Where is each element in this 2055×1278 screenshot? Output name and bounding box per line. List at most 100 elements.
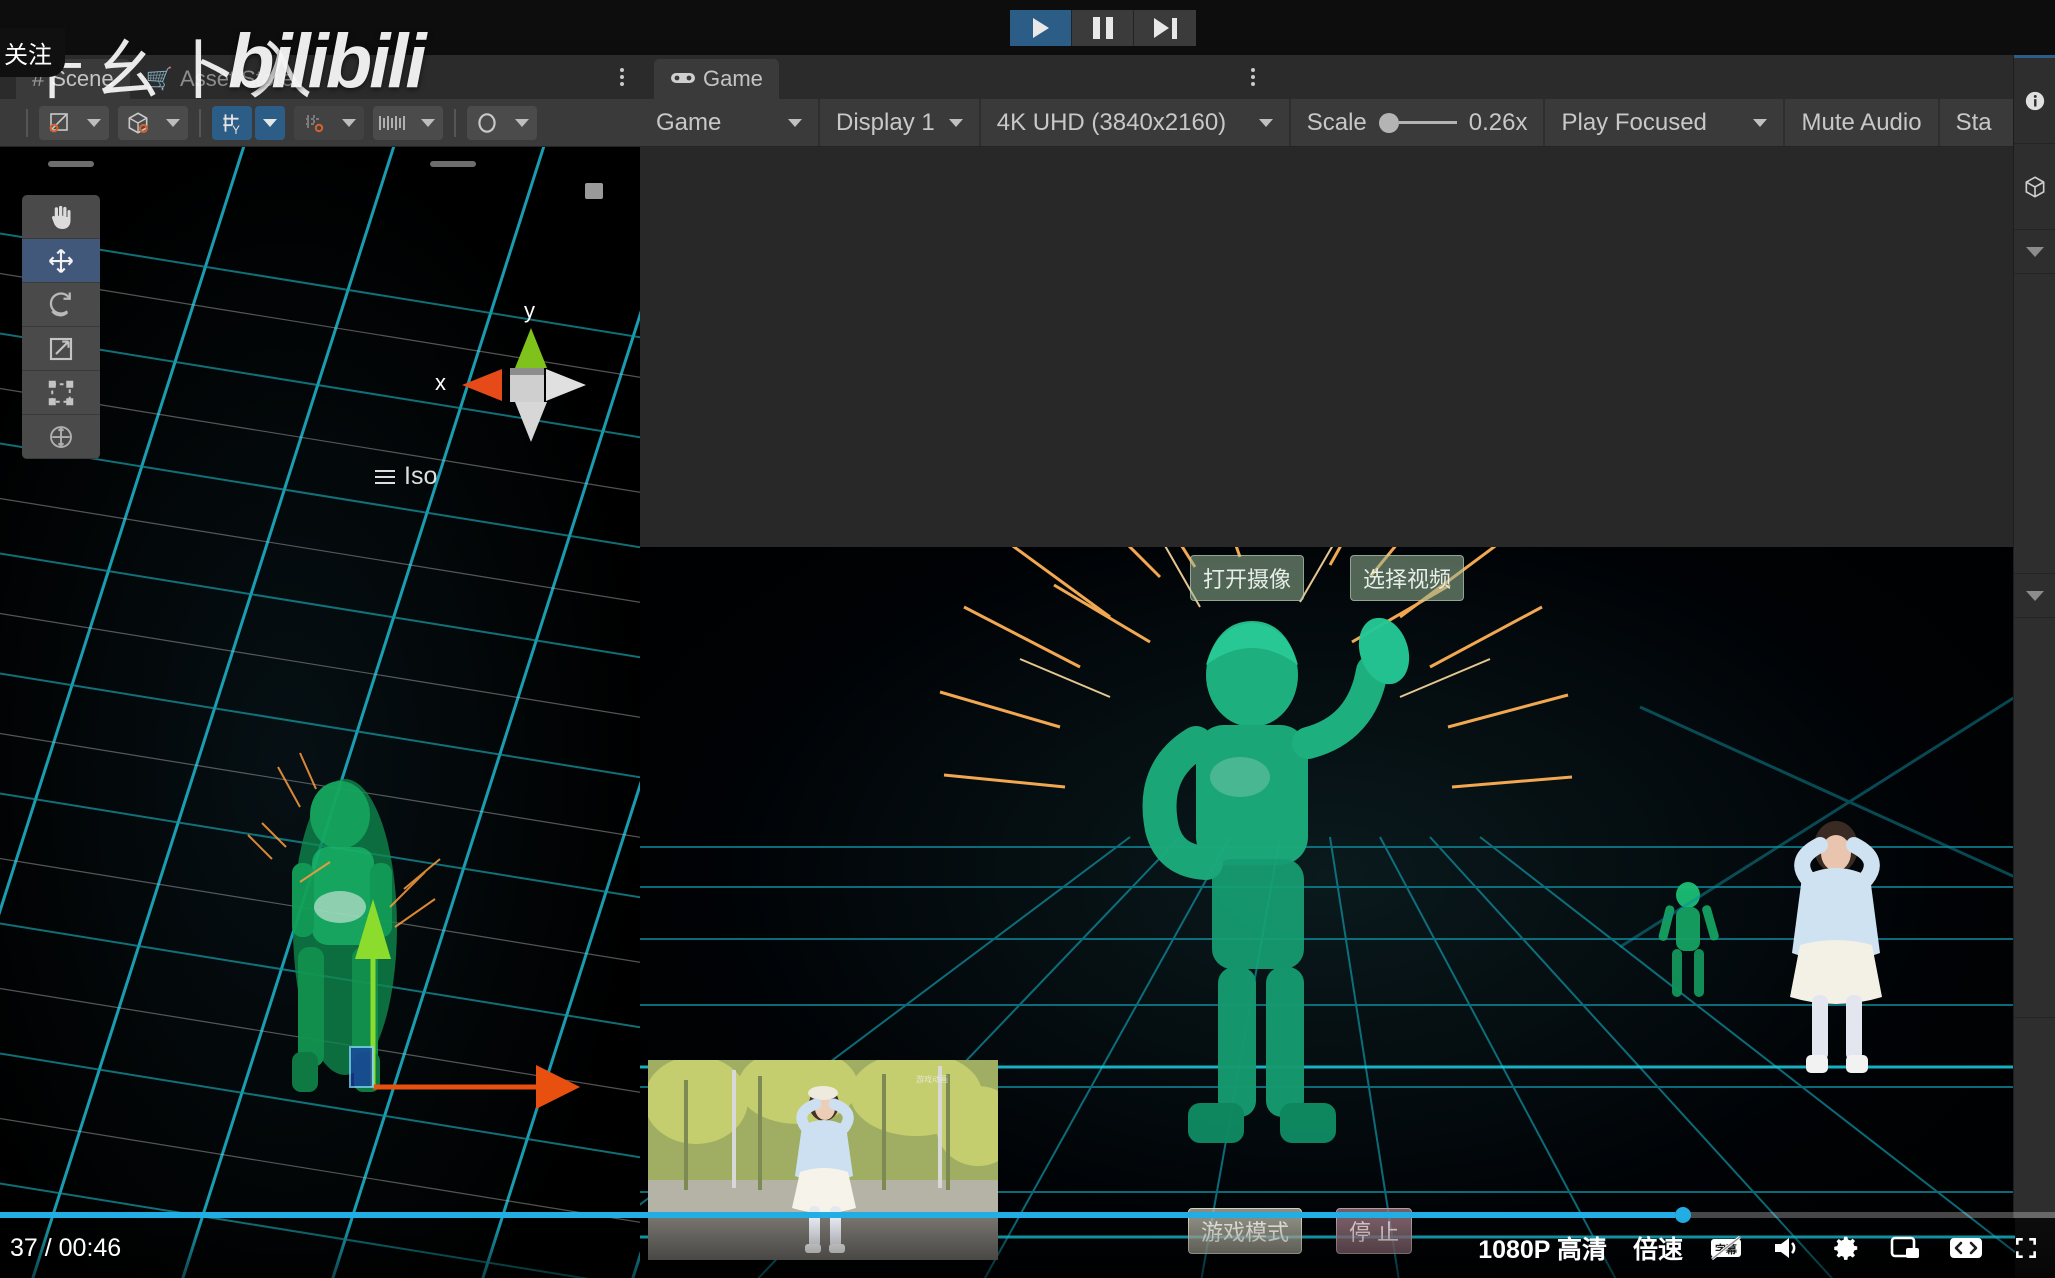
asset-store-icon: 🛒 xyxy=(145,66,174,91)
select-video-label: 选择视频 xyxy=(1363,567,1452,592)
game-render-surface[interactable]: 打开摄像 选择视频 游戏动画 xyxy=(640,547,2015,1278)
scale-icon xyxy=(49,337,73,360)
grid-y-icon[interactable]: Y xyxy=(212,105,252,140)
scale-value: 0.26x xyxy=(1468,108,1528,136)
scene-camera-group xyxy=(373,105,443,140)
gizmo-x-axis[interactable] xyxy=(462,369,502,401)
scale-label: Scale xyxy=(1306,108,1367,136)
scale-tool[interactable] xyxy=(22,327,100,371)
snap-increment-group xyxy=(294,105,364,140)
scene-visibility-dropdown-icon[interactable] xyxy=(507,106,537,140)
collapse-1[interactable] xyxy=(2014,230,2055,274)
slider-knob[interactable] xyxy=(1378,112,1399,133)
slider-track[interactable] xyxy=(1398,121,1457,124)
gizmo-axis-y-label: y xyxy=(524,298,535,323)
scene-viewport[interactable]: y x Iso xyxy=(0,147,640,1278)
game-character xyxy=(1142,617,1410,1143)
game-viewport[interactable]: 打开摄像 选择视频 游戏动画 xyxy=(640,147,2015,1278)
scene-camera-dropdown-icon[interactable] xyxy=(413,106,443,140)
stats-toggle[interactable]: Sta xyxy=(1940,99,2008,146)
display-dropdown[interactable]: Display 1 xyxy=(820,99,981,146)
play-mode-label: Play Focused xyxy=(1561,108,1707,136)
mute-audio-label: Mute Audio xyxy=(1801,108,1922,136)
step-forward-icon xyxy=(1153,17,1177,39)
game-menu-icon[interactable] xyxy=(1251,65,1255,89)
view-mode-dropdown[interactable]: Game xyxy=(640,99,820,146)
pivot-dropdown-icon[interactable] xyxy=(79,106,109,140)
display-label: Display 1 xyxy=(836,108,935,136)
rotate-icon xyxy=(49,291,71,316)
pivot-icon[interactable] xyxy=(39,106,79,140)
subtitle-off-icon[interactable]: 字幕 xyxy=(1709,1231,1743,1265)
pause-icon xyxy=(1092,17,1113,39)
settings-gear-icon[interactable] xyxy=(1829,1231,1863,1265)
cube-outline-icon xyxy=(2025,175,2044,198)
info-icon xyxy=(2025,91,2044,110)
scene-tools xyxy=(22,195,100,459)
fullscreen-icon[interactable] xyxy=(2009,1231,2043,1265)
gizmo-x-neg-axis[interactable] xyxy=(546,369,586,401)
inspector-tab[interactable] xyxy=(2014,58,2055,144)
scene-orientation-gizmo[interactable]: y x xyxy=(435,298,610,452)
handle-space-dropdown-icon[interactable] xyxy=(158,106,188,140)
game-panel: Game Game Display 1 4K UHD (3840x2160) S… xyxy=(640,55,2015,1278)
rect-tool[interactable] xyxy=(22,371,100,415)
speed-selector[interactable]: 倍速 xyxy=(1633,1230,1683,1266)
tab-game[interactable]: Game xyxy=(654,59,779,99)
resolution-label: 4K UHD (3840x2160) xyxy=(996,108,1227,136)
widescreen-icon[interactable] xyxy=(1949,1231,1983,1265)
play-mode-dropdown[interactable]: Play Focused xyxy=(1545,99,1786,146)
snap-increment-dropdown-icon[interactable] xyxy=(334,106,364,140)
transform-icon xyxy=(50,425,72,448)
play-controls xyxy=(1010,10,1196,46)
scene-menu-icon[interactable] xyxy=(620,65,624,89)
rect-transform-icon xyxy=(48,380,74,405)
scale-slider[interactable]: Scale 0.26x xyxy=(1291,99,1546,146)
follow-button[interactable]: 关注 xyxy=(0,28,65,77)
follow-label: 关注 xyxy=(4,42,52,69)
grid-snap-dropdown-icon[interactable] xyxy=(255,105,285,140)
move-arrows-icon xyxy=(48,248,74,273)
cube-icon[interactable] xyxy=(118,106,158,140)
gizmo-cube[interactable] xyxy=(510,368,544,402)
pivot-group xyxy=(39,105,109,140)
scale-slider-control[interactable] xyxy=(1378,112,1457,133)
scene-tabbar: # Scene 🛒 Asset Store xyxy=(0,55,640,99)
gizmo-y-neg-axis[interactable] xyxy=(515,402,547,442)
sidebar-blank-1 xyxy=(2014,274,2055,574)
svg-text:游戏动画: 游戏动画 xyxy=(916,1074,948,1084)
toolbar-divider xyxy=(26,108,28,137)
open-camera-button[interactable]: 打开摄像 xyxy=(1190,555,1305,601)
tab-asset-store[interactable]: 🛒 Asset Store xyxy=(130,59,310,99)
circle-icon[interactable] xyxy=(467,106,507,140)
play-button[interactable] xyxy=(1010,10,1072,46)
step-button[interactable] xyxy=(1134,10,1196,46)
gizmo-axis-x-label: x xyxy=(435,370,446,395)
game-controller-icon xyxy=(670,66,696,92)
gizmo-y-axis[interactable] xyxy=(515,328,547,368)
rotate-tool[interactable] xyxy=(22,283,100,327)
iso-lines-icon xyxy=(375,466,395,488)
game-tabbar: Game xyxy=(640,55,2015,99)
select-video-button[interactable]: 选择视频 xyxy=(1350,555,1465,601)
projection-toggle[interactable]: Iso xyxy=(375,462,437,491)
hand-tool[interactable] xyxy=(22,195,100,239)
volume-icon[interactable] xyxy=(1769,1231,1803,1265)
scene-visibility-group xyxy=(467,105,537,140)
chevron-down-icon xyxy=(1753,118,1768,127)
quality-selector[interactable]: 1080P 高清 xyxy=(1478,1230,1607,1266)
transform-tool[interactable] xyxy=(22,415,100,459)
player-right-controls: 1080P 高清 倍速 字幕 xyxy=(1478,1230,2055,1266)
grid-snap-icon[interactable] xyxy=(294,106,334,140)
picture-in-picture-icon[interactable] xyxy=(1889,1231,1923,1265)
collapse-2[interactable] xyxy=(2014,574,2055,618)
pause-button[interactable] xyxy=(1072,10,1134,46)
mute-audio-toggle[interactable]: Mute Audio xyxy=(1785,99,1940,146)
resolution-dropdown[interactable]: 4K UHD (3840x2160) xyxy=(981,99,1291,146)
hierarchy-cube[interactable] xyxy=(2014,144,2055,230)
camera-ruler-icon[interactable] xyxy=(373,106,413,140)
move-tool[interactable] xyxy=(22,239,100,283)
stats-label: Sta xyxy=(1955,108,1992,136)
right-sidebar xyxy=(2013,55,2055,1218)
player-controls-bar: 37 / 00:46 1080P 高清 倍速 字幕 xyxy=(0,1218,2055,1278)
